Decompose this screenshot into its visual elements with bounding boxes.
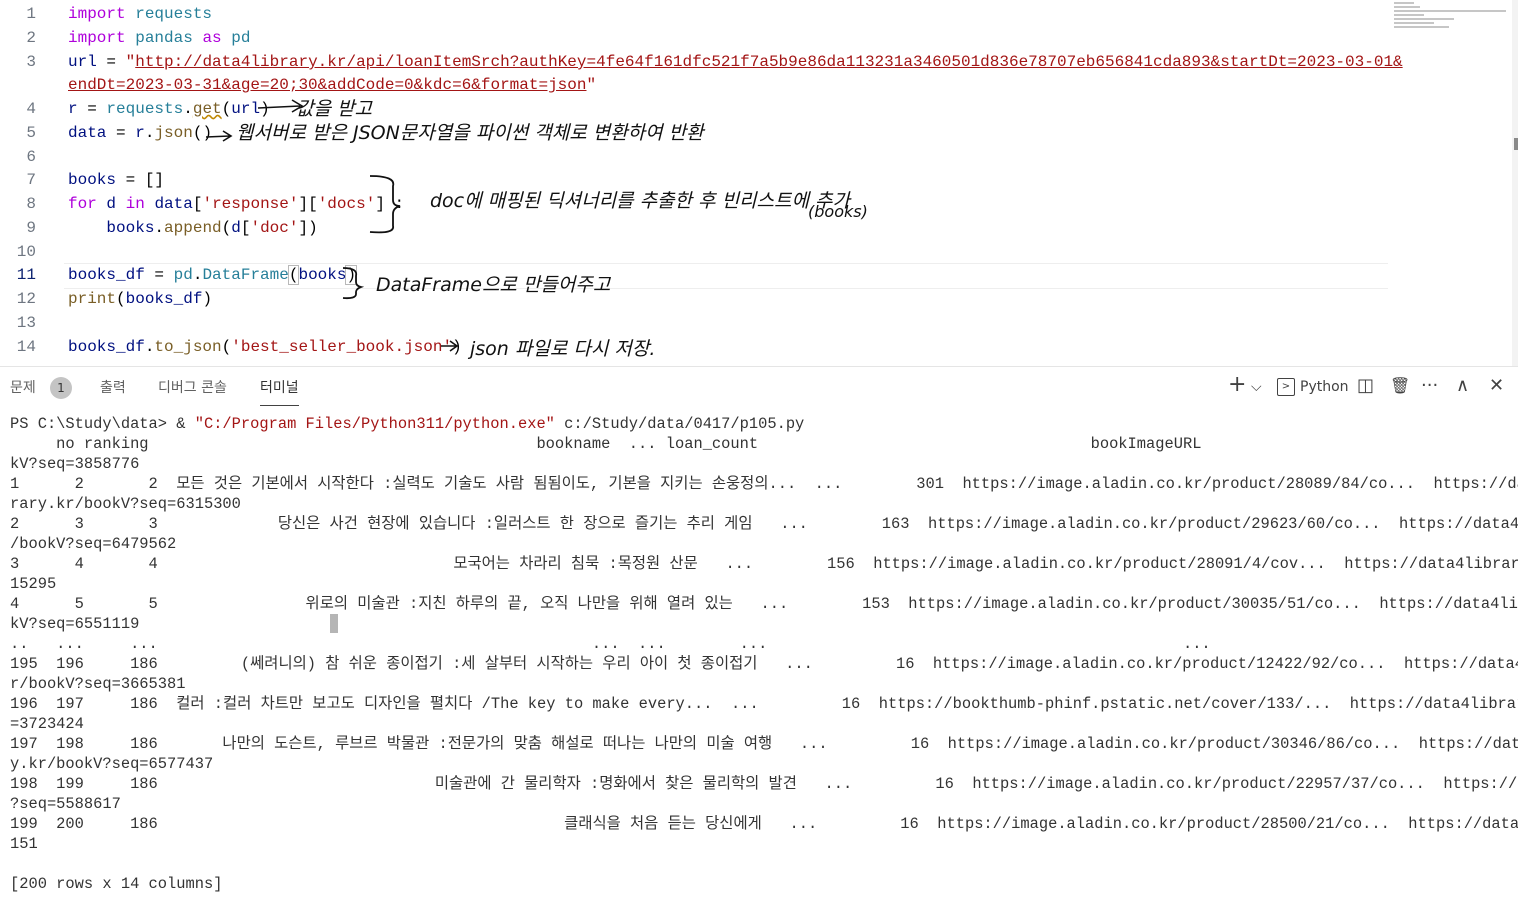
- terminal-line: 3 4 4 모국어는 차라리 침묵 :목정원 산문 ... 156 https:…: [10, 555, 1518, 573]
- terminal-line: rary.kr/bookV?seq=6315300: [10, 495, 241, 513]
- terminal-line: 197 198 186 나만의 도슨트, 루브르 박물관 :전문가의 맞춤 해설…: [10, 735, 1518, 753]
- tab-problems[interactable]: 문제: [10, 377, 36, 397]
- terminal-line: .. ... ... ... ... ... ... ...: [10, 635, 1518, 653]
- terminal-line: 199 200 186 클래식을 처음 듣는 당신에게 ... 16 https…: [10, 815, 1518, 833]
- terminal-line: kV?seq=6551119: [10, 615, 140, 633]
- code-editor[interactable]: 1 2 3 4 5 6 7 8 9 10 11 12 13 14 import …: [0, 0, 1518, 366]
- new-terminal-icon[interactable]: +: [1228, 372, 1246, 397]
- tab-output[interactable]: 출력: [100, 377, 126, 397]
- tab-debug-console[interactable]: 디버그 콘솔: [158, 377, 227, 397]
- annotation-line8-sub: (books): [808, 202, 868, 221]
- python-terminal-label[interactable]: Python: [1300, 379, 1349, 395]
- terminal-line: ?seq=5588617: [10, 795, 121, 813]
- terminal-line: 196 197 186 컬러 :컬러 차트만 보고도 디자인을 펼치다 /The…: [10, 695, 1518, 713]
- close-panel-icon[interactable]: ✕: [1489, 375, 1504, 396]
- maximize-panel-icon[interactable]: ∧: [1456, 375, 1469, 396]
- minimap[interactable]: [1394, 2, 1512, 38]
- trash-icon[interactable]: 🗑: [1390, 376, 1410, 395]
- terminal-line: kV?seq=3858776: [10, 455, 140, 473]
- tab-terminal[interactable]: 터미널: [260, 377, 299, 406]
- terminal-line: r/bookV?seq=3665381: [10, 675, 186, 693]
- terminal-line: y.kr/bookV?seq=6577437: [10, 755, 214, 773]
- terminal-line: 1 2 2 모든 것은 기본에서 시작한다 :실력도 기술도 사람 됨됨이도, …: [10, 475, 1518, 493]
- panel-header: 문제 1 출력 디버그 콘솔 터미널 + ⌵ > Python ◫ 🗑 ··· …: [0, 366, 1518, 409]
- problems-count-badge: 1: [50, 377, 72, 399]
- editor-scrollbar[interactable]: [1512, 0, 1518, 366]
- annotation-line11: DataFrame으로 만들어주고: [376, 274, 611, 296]
- terminal-line: 198 199 186 미술관에 간 물리학자 :명화에서 찾은 물리학의 발견…: [10, 775, 1518, 793]
- split-terminal-icon[interactable]: ◫: [1357, 375, 1374, 396]
- terminal-command-line: PS C:\Study\data> & "C:/Program Files/Py…: [10, 415, 805, 433]
- terminal-line: 151: [10, 835, 38, 853]
- annotation-line8: doc에 매핑된 딕셔너리를 추출한 후 빈리스트에 추가: [430, 190, 850, 212]
- terminal-cursor: [330, 614, 338, 633]
- terminal-line: =3723424: [10, 715, 84, 733]
- chevron-down-icon[interactable]: ⌵: [1251, 379, 1262, 395]
- terminal-line: [200 rows x 14 columns]: [10, 875, 223, 893]
- terminal-line: no ranking bookname ... loan_count bookI…: [10, 435, 1518, 453]
- terminal-output[interactable]: PS C:\Study\data> & "C:/Program Files/Py…: [0, 408, 1518, 897]
- terminal-line: 2 3 3 당신은 사건 현장에 있습니다 :일러스트 한 장으로 즐기는 추리…: [10, 515, 1518, 533]
- handwriting-strokes: [205, 99, 459, 352]
- terminal-line: 195 196 186 (쎄려니의) 참 쉬운 종이접기 :세 살부터 시작하는…: [10, 655, 1518, 673]
- terminal-icon: >: [1277, 378, 1295, 396]
- terminal-line: /bookV?seq=6479562: [10, 535, 177, 553]
- terminal-line: 15295: [10, 575, 57, 593]
- annotation-line4: 값을 받고: [296, 98, 372, 120]
- terminal-line: 4 5 5 위로의 미술관 :지친 하루의 끝, 오직 나만을 위해 열려 있는…: [10, 595, 1518, 613]
- more-actions-icon[interactable]: ···: [1421, 375, 1438, 396]
- annotation-line14: json 파일로 다시 저장.: [470, 338, 656, 360]
- annotation-line5: 웹서버로 받은 JSON문자열을 파이썬 객체로 변환하여 반환: [236, 122, 704, 144]
